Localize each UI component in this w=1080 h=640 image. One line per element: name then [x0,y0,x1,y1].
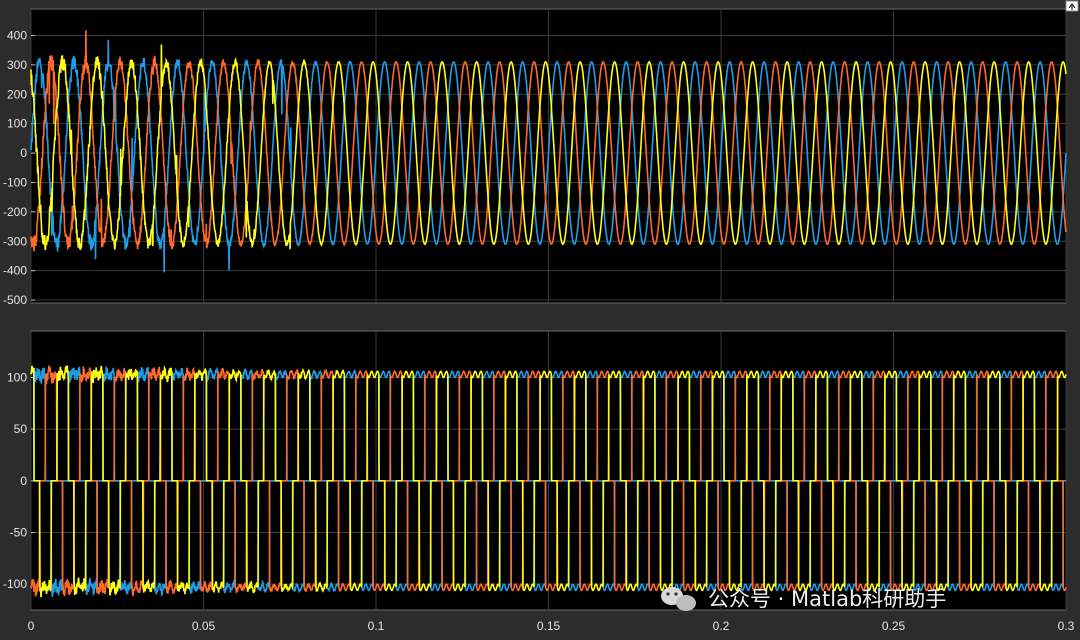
y-tick-label: -500 [3,293,27,307]
y-tick-label: 400 [7,28,27,42]
scope-figure: -500-400-300-200-1000100200300400 -100-5… [3,0,1079,633]
y-tick-label: -50 [10,526,28,540]
x-tick-label: 0.15 [537,619,561,633]
y-tick-label: -100 [3,577,27,591]
x-tick-label: 0 [28,619,35,633]
y-tick-label: 100 [7,371,27,385]
x-tick-label: 0.25 [882,619,906,633]
x-tick-label: 0.2 [713,619,730,633]
y-tick-label: 50 [14,422,28,436]
y-tick-label: -400 [3,264,27,278]
y-tick-label: -200 [3,205,27,219]
y-tick-label: -100 [3,175,27,189]
y-tick-label: 100 [7,117,27,131]
upper-voltage-plot: -500 -400 -300 -200 -100 0 100 200 300 400 [3,8,1067,307]
x-tick-label: 0.1 [368,619,385,633]
y-tick-label: 0 [20,146,27,160]
y-tick-label: 300 [7,58,27,72]
y-tick-label: 200 [7,87,27,101]
y-tick-label: -300 [3,234,27,248]
watermark-text: 公众号 · Matlab科研助手 [708,587,946,611]
x-tick-label: 0.05 [192,619,216,633]
expand-button[interactable] [1065,0,1079,12]
y-tick-label: 0 [20,474,27,488]
x-tick-label: 0.3 [1058,619,1075,633]
